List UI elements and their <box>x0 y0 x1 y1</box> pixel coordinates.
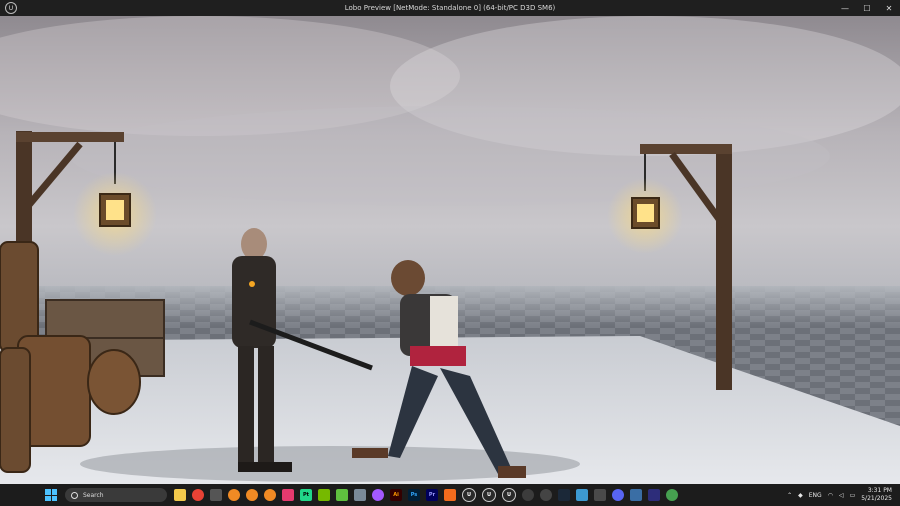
taskbar-app-icon[interactable] <box>558 489 570 501</box>
taskbar-app-icon[interactable] <box>444 489 456 501</box>
chevron-up-icon[interactable]: ⌃ <box>787 492 792 499</box>
clock[interactable]: 3:31 PM 5/21/2025 <box>861 487 892 503</box>
taskbar-app-icon[interactable] <box>540 489 552 501</box>
battery-icon[interactable]: ▭ <box>850 492 856 499</box>
language-indicator[interactable]: ENG <box>809 492 822 499</box>
search-icon <box>71 491 78 499</box>
wifi-icon[interactable]: ◠ <box>828 492 833 499</box>
taskbar-app-icon[interactable]: Ai <box>390 489 402 501</box>
taskbar-app-icon[interactable] <box>630 489 642 501</box>
close-button[interactable]: ✕ <box>878 0 900 16</box>
taskbar-app-icon[interactable] <box>612 489 624 501</box>
maximize-button[interactable]: ☐ <box>856 0 878 16</box>
taskbar-app-icon[interactable] <box>576 489 588 501</box>
taskbar-app-icon[interactable] <box>594 489 606 501</box>
start-button-icon[interactable] <box>45 489 57 501</box>
search-label: Search <box>83 491 104 499</box>
clock-date: 5/21/2025 <box>861 495 892 502</box>
taskbar-app-icon[interactable]: Ps <box>408 489 420 501</box>
taskbar-apps: Pt Ai Ps Pr U U U <box>171 488 681 502</box>
taskbar-app-icon[interactable] <box>210 489 222 501</box>
taskbar-app-icon[interactable]: Pr <box>426 489 438 501</box>
taskbar-search[interactable]: Search <box>65 488 167 502</box>
taskbar-app-icon[interactable] <box>648 489 660 501</box>
windows-taskbar: Search Pt Ai Ps Pr U U U ⌃ ◆ ENG ◠ ◁ ▭ 3… <box>0 484 900 506</box>
taskbar-app-icon[interactable] <box>336 489 348 501</box>
taskbar-app-icon[interactable] <box>264 489 276 501</box>
taskbar-app-icon[interactable]: U <box>462 488 476 502</box>
dropbox-icon[interactable]: ◆ <box>798 492 803 499</box>
game-scene <box>0 16 900 484</box>
window-title: Lobo Preview [NetMode: Standalone 0] (64… <box>344 4 556 12</box>
window-controls: — ☐ ✕ <box>834 0 900 16</box>
taskbar-app-icon[interactable] <box>372 489 384 501</box>
minimize-button[interactable]: — <box>834 0 856 16</box>
taskbar-app-icon[interactable] <box>318 489 330 501</box>
taskbar-app-icon[interactable] <box>282 489 294 501</box>
taskbar-app-icon[interactable]: Pt <box>300 489 312 501</box>
window-titlebar: U Lobo Preview [NetMode: Standalone 0] (… <box>0 0 900 16</box>
clock-time: 3:31 PM <box>867 487 892 494</box>
taskbar-app-icon[interactable] <box>354 489 366 501</box>
taskbar-app-icon[interactable] <box>228 489 240 501</box>
system-tray: ⌃ ◆ ENG ◠ ◁ ▭ 3:31 PM 5/21/2025 <box>787 484 892 506</box>
volume-icon[interactable]: ◁ <box>839 492 844 499</box>
taskbar-app-icon[interactable] <box>192 489 204 501</box>
unreal-logo-icon: U <box>5 2 17 14</box>
taskbar-app-icon[interactable] <box>666 489 678 501</box>
taskbar-app-icon[interactable]: U <box>482 488 496 502</box>
taskbar-app-icon[interactable] <box>246 489 258 501</box>
taskbar-app-icon[interactable] <box>174 489 186 501</box>
taskbar-app-icon[interactable] <box>522 489 534 501</box>
taskbar-app-icon[interactable]: U <box>502 488 516 502</box>
game-viewport[interactable] <box>0 16 900 484</box>
